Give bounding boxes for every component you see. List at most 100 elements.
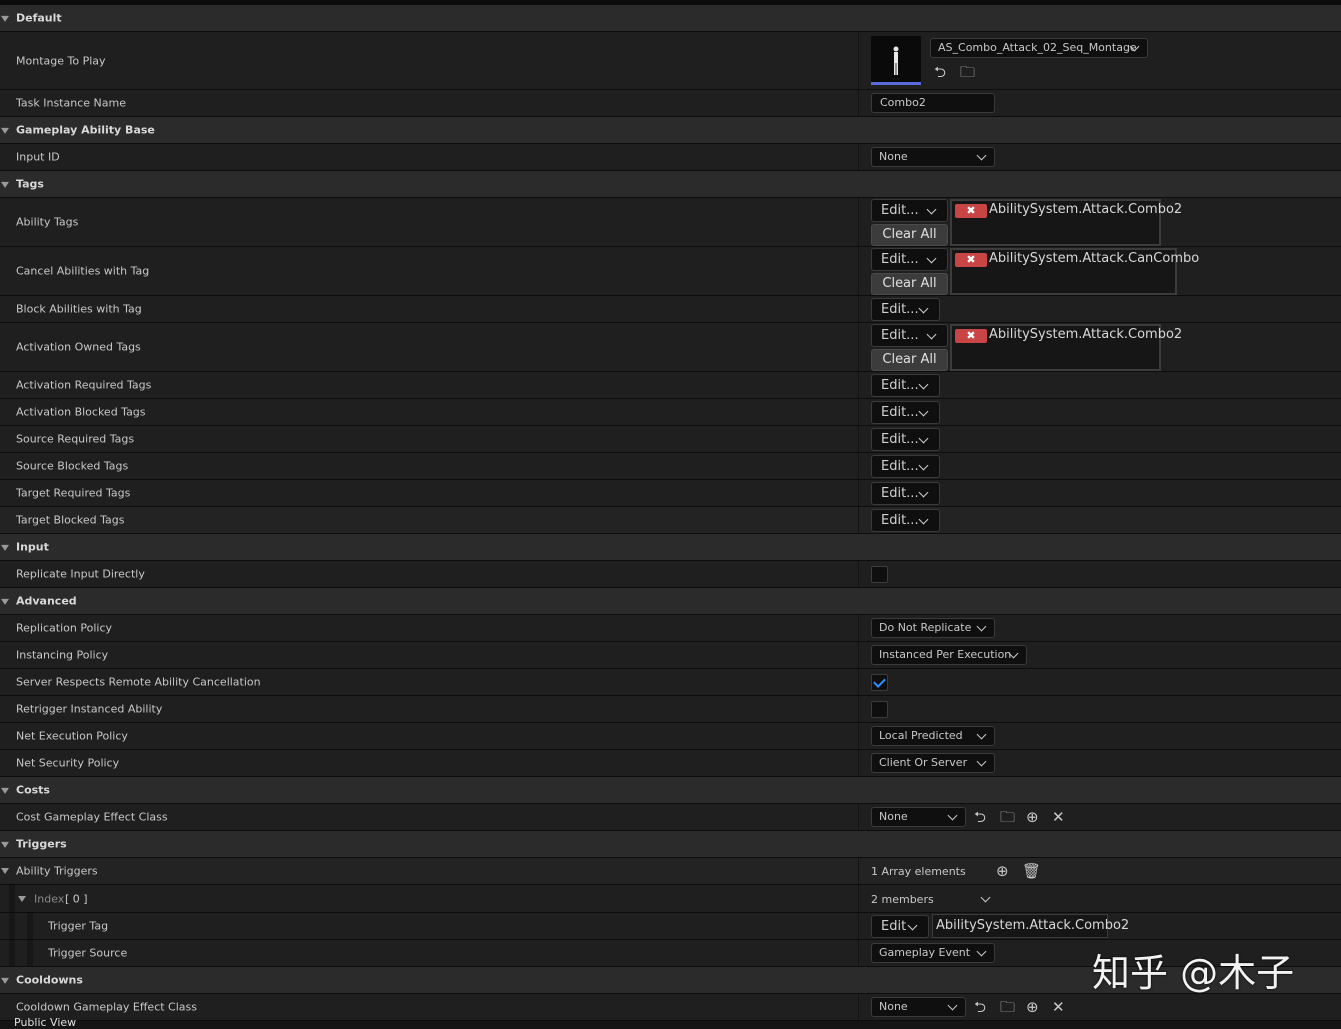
server-respects-checkbox[interactable] xyxy=(871,674,888,691)
property-name: Task Instance Name xyxy=(16,96,126,110)
column-divider xyxy=(858,669,859,695)
section-costs[interactable]: Costs xyxy=(0,777,1341,804)
indent-bar xyxy=(9,940,15,966)
collapse-arrow-icon[interactable] xyxy=(1,977,9,984)
clear-all-button[interactable]: Clear All xyxy=(871,273,948,295)
arrow-left-icon[interactable]: ⮌ xyxy=(934,64,946,80)
net-security-policy-dropdown[interactable]: Client Or Server xyxy=(871,753,995,773)
row-index-0: Index [ 0 ] 2 members xyxy=(0,885,1341,913)
edit-tags-button[interactable]: Edit... xyxy=(871,455,940,478)
section-triggers[interactable]: Triggers xyxy=(0,831,1341,858)
trash-icon[interactable]: 🗑 xyxy=(1022,863,1041,879)
section-advanced[interactable]: Advanced xyxy=(0,588,1341,615)
public-view-label: Public View xyxy=(14,1016,77,1029)
row-instancing-policy: Instancing Policy Instanced Per Executio… xyxy=(0,642,1341,669)
collapse-arrow-icon[interactable] xyxy=(1,787,9,794)
remove-tag-icon[interactable]: ✖ xyxy=(955,329,987,343)
net-execution-policy-dropdown[interactable]: Local Predicted xyxy=(871,726,995,746)
clear-all-button[interactable]: Clear All xyxy=(871,224,948,246)
close-icon[interactable]: ✕ xyxy=(1052,999,1065,1015)
chevron-down-icon xyxy=(926,204,937,215)
remove-tag-icon[interactable]: ✖ xyxy=(955,204,987,218)
row-ability-triggers: Ability Triggers 1 Array elements ⊕ 🗑 xyxy=(0,858,1341,885)
collapse-arrow-icon[interactable] xyxy=(1,598,9,605)
property-name: Retrigger Instanced Ability xyxy=(16,702,163,716)
instancing-policy-dropdown[interactable]: Instanced Per Execution xyxy=(871,645,1027,665)
collapse-arrow-icon[interactable] xyxy=(1,15,9,22)
chevron-down-icon xyxy=(926,329,937,340)
arrow-left-icon[interactable]: ⮌ xyxy=(974,809,986,825)
input-id-dropdown[interactable]: None xyxy=(871,147,995,167)
property-name: Block Abilities with Tag xyxy=(16,302,142,316)
chevron-down-icon[interactable] xyxy=(980,892,991,903)
edit-tags-button[interactable]: Edit... xyxy=(871,374,940,397)
plus-circle-icon[interactable]: ⊕ xyxy=(996,863,1009,879)
trigger-source-dropdown[interactable]: Gameplay Event xyxy=(871,943,995,963)
edit-tags-button[interactable]: Edit... xyxy=(871,401,940,424)
close-icon[interactable]: ✕ xyxy=(1052,809,1065,825)
replication-policy-dropdown[interactable]: Do Not Replicate xyxy=(871,618,995,638)
indent-bar xyxy=(9,913,15,939)
button-label: Edit... xyxy=(881,513,919,528)
property-name: Trigger Tag xyxy=(48,919,109,933)
section-gameplay-ability-base[interactable]: Gameplay Ability Base xyxy=(0,117,1341,144)
button-label: Edit... xyxy=(881,378,919,393)
folder-search-icon[interactable]: 🗀 xyxy=(1000,809,1015,825)
column-divider xyxy=(858,561,859,587)
task-instance-name-input[interactable]: Combo2 xyxy=(871,93,995,113)
edit-trigger-tag-button[interactable]: Edit xyxy=(871,915,929,938)
edit-tags-button[interactable]: Edit... xyxy=(871,248,948,271)
clear-all-button[interactable]: Clear All xyxy=(871,349,948,371)
collapse-arrow-icon[interactable] xyxy=(18,896,26,902)
tag-list: ✖ AbilitySystem.Attack.Combo2 xyxy=(950,324,1182,371)
arrow-left-icon[interactable]: ⮌ xyxy=(974,999,986,1015)
collapse-arrow-icon[interactable] xyxy=(1,544,9,551)
collapse-arrow-icon[interactable] xyxy=(1,868,9,874)
dropdown-value: Client Or Server xyxy=(879,756,968,769)
edit-tags-button[interactable]: Edit... xyxy=(871,298,940,321)
column-divider xyxy=(858,198,859,246)
section-input[interactable]: Input xyxy=(0,534,1341,561)
column-divider xyxy=(858,144,859,170)
edit-tags-button[interactable]: Edit... xyxy=(871,428,940,451)
cost-class-dropdown[interactable]: None xyxy=(871,807,966,827)
property-name: Cancel Abilities with Tag xyxy=(16,264,150,278)
collapse-arrow-icon[interactable] xyxy=(1,841,9,848)
column-divider xyxy=(858,90,859,116)
folder-search-icon[interactable]: 🗀 xyxy=(960,64,975,80)
montage-asset-dropdown[interactable]: AS_Combo_Attack_02_Seq_Montage xyxy=(930,38,1148,58)
tag-label: AbilitySystem.Attack.Combo2 xyxy=(936,918,1130,933)
button-label: Edit... xyxy=(881,252,919,267)
section-label: Triggers xyxy=(16,837,67,851)
folder-search-icon[interactable]: 🗀 xyxy=(1000,999,1015,1015)
remove-tag-icon[interactable]: ✖ xyxy=(955,253,987,267)
property-name: Instancing Policy xyxy=(16,648,109,662)
row-replication-policy: Replication Policy Do Not Replicate xyxy=(0,615,1341,642)
replicate-input-checkbox[interactable] xyxy=(871,566,888,583)
check-icon xyxy=(873,675,886,688)
collapse-arrow-icon[interactable] xyxy=(1,127,9,134)
row-cost-gameplay-effect-class: Cost Gameplay Effect Class None ⮌ 🗀 ⊕ ✕ xyxy=(0,804,1341,831)
cooldown-class-dropdown[interactable]: None xyxy=(871,997,966,1017)
plus-circle-icon[interactable]: ⊕ xyxy=(1026,999,1039,1015)
row-replicate-input-directly: Replicate Input Directly xyxy=(0,561,1341,588)
property-name: Activation Blocked Tags xyxy=(16,405,146,419)
column-divider xyxy=(858,453,859,479)
edit-tags-button[interactable]: Edit... xyxy=(871,509,940,532)
montage-thumbnail[interactable] xyxy=(871,36,921,85)
edit-tags-button[interactable]: Edit... xyxy=(871,482,940,505)
chevron-down-icon xyxy=(976,756,987,767)
section-default[interactable]: Default xyxy=(0,5,1341,32)
collapse-arrow-icon[interactable] xyxy=(1,181,9,188)
edit-tags-button[interactable]: Edit... xyxy=(871,324,948,347)
column-divider xyxy=(858,940,859,966)
chevron-down-icon xyxy=(918,303,929,314)
column-divider xyxy=(858,247,859,295)
retrigger-checkbox[interactable] xyxy=(871,701,888,718)
plus-circle-icon[interactable]: ⊕ xyxy=(1026,809,1039,825)
section-tags[interactable]: Tags xyxy=(0,171,1341,198)
column-divider xyxy=(858,399,859,425)
edit-tags-button[interactable]: Edit... xyxy=(871,199,948,222)
dropdown-value: Gameplay Event xyxy=(879,946,971,959)
column-divider xyxy=(858,858,859,884)
